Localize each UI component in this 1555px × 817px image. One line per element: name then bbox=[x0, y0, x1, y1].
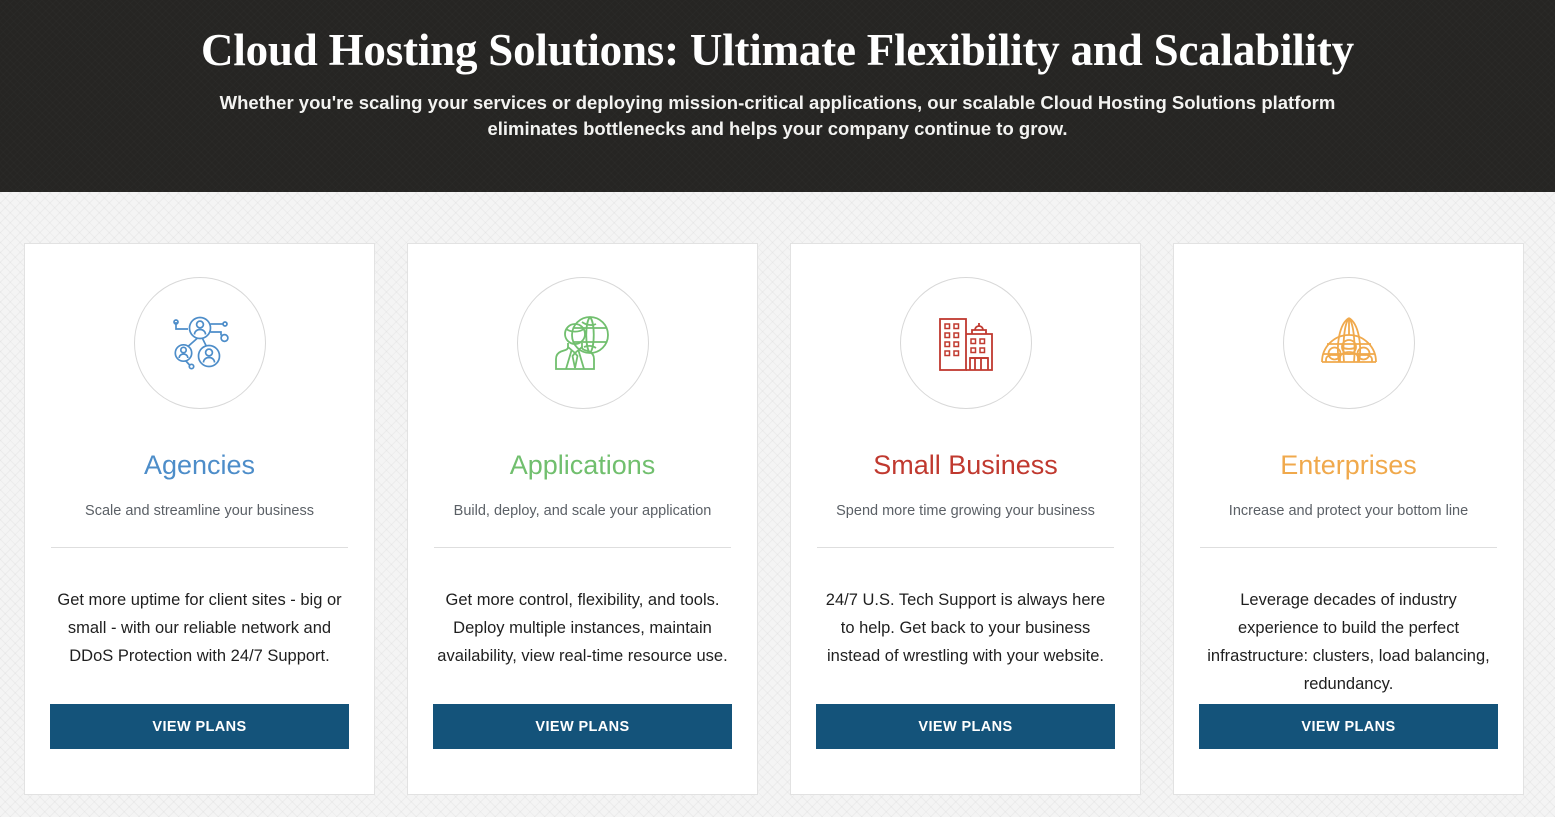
icon-frame bbox=[899, 277, 1032, 409]
card-divider bbox=[1200, 547, 1497, 548]
plan-card-applications: Applications Build, deploy, and scale yo… bbox=[407, 243, 758, 795]
card-body-text: 24/7 U.S. Tech Support is always here to… bbox=[825, 591, 1106, 665]
icon-frame bbox=[1282, 277, 1415, 409]
card-title: Small Business bbox=[873, 450, 1058, 480]
plan-card-agencies: Agencies Scale and streamline your busin… bbox=[24, 243, 375, 795]
view-plans-button[interactable]: VIEW PLANS bbox=[816, 704, 1115, 749]
office-buildings-icon bbox=[936, 313, 996, 373]
card-subtitle: Build, deploy, and scale your applicatio… bbox=[453, 503, 712, 519]
card-body-text: Leverage decades of industry experience … bbox=[1207, 591, 1490, 693]
icon-frame bbox=[133, 277, 266, 409]
hero-subtitle: Whether you're scaling your services or … bbox=[219, 92, 1336, 139]
card-title: Enterprises bbox=[1280, 450, 1417, 480]
card-body-text: Get more control, flexibility, and tools… bbox=[437, 591, 728, 665]
page-title: Cloud Hosting Solutions: Ultimate Flexib… bbox=[201, 25, 1354, 75]
network-people-icon bbox=[167, 312, 233, 374]
view-plans-button[interactable]: VIEW PLANS bbox=[1199, 704, 1498, 749]
card-subtitle: Increase and protect your bottom line bbox=[1228, 503, 1469, 519]
card-subtitle: Spend more time growing your business bbox=[836, 503, 1095, 519]
card-title: Applications bbox=[509, 450, 656, 480]
page-root: Cloud Hosting Solutions: Ultimate Flexib… bbox=[0, 0, 1555, 817]
view-plans-button[interactable]: VIEW PLANS bbox=[433, 704, 732, 749]
plan-card-grid: Agencies Scale and streamline your busin… bbox=[24, 243, 1532, 795]
card-subtitle: Scale and streamline your business bbox=[85, 503, 314, 519]
card-body-text: Get more uptime for client sites - big o… bbox=[57, 591, 342, 665]
person-globe-icon bbox=[552, 313, 614, 373]
card-title: Agencies bbox=[143, 450, 256, 480]
globe-team-icon bbox=[1318, 314, 1380, 372]
view-plans-button[interactable]: VIEW PLANS bbox=[50, 704, 349, 749]
icon-frame bbox=[516, 277, 649, 409]
card-divider bbox=[434, 547, 731, 548]
card-divider bbox=[51, 547, 348, 548]
hero-banner: Cloud Hosting Solutions: Ultimate Flexib… bbox=[0, 0, 1555, 192]
plan-card-small-business: Small Business Spend more time growing y… bbox=[790, 243, 1141, 795]
plan-card-enterprises: Enterprises Increase and protect your bo… bbox=[1173, 243, 1524, 795]
card-divider bbox=[817, 547, 1114, 548]
